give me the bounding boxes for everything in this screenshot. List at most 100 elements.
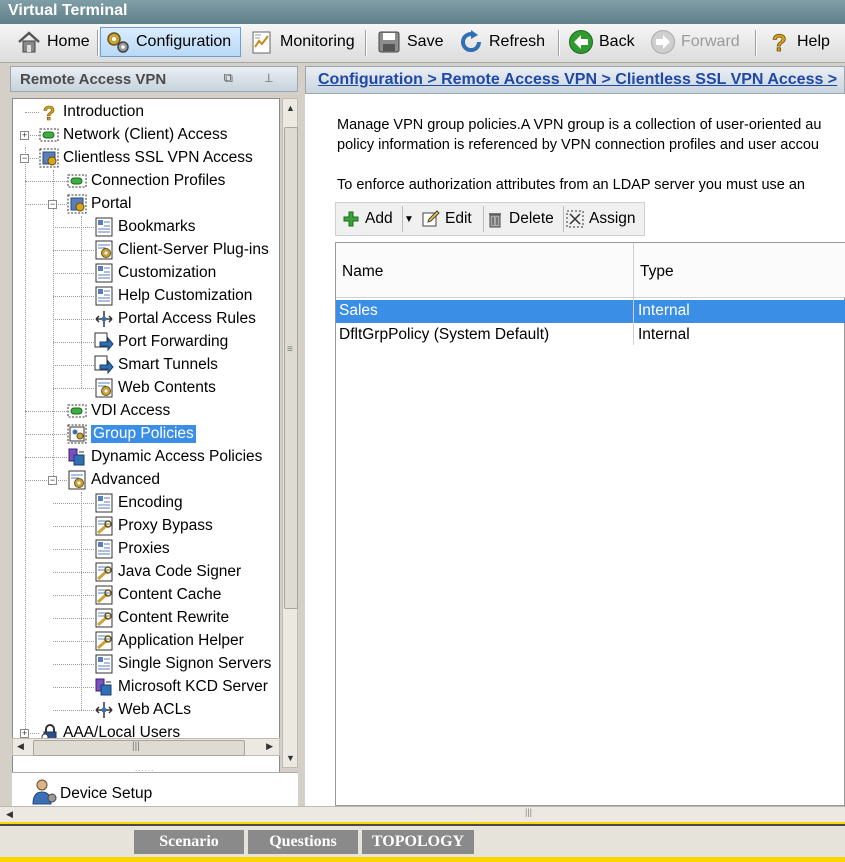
edit-pencil-icon <box>422 210 440 228</box>
back-label: Back <box>599 33 635 50</box>
column-header-type[interactable]: Type <box>634 243 845 298</box>
monitoring-button[interactable]: Monitoring <box>245 27 359 57</box>
forward-button[interactable]: Forward <box>646 27 744 57</box>
tree-connector <box>53 710 94 711</box>
edit-button[interactable]: Edit <box>422 206 472 232</box>
tree-item-help-customization[interactable]: Help Customization <box>94 285 252 307</box>
tree-item-customization[interactable]: Customization <box>94 262 216 284</box>
tree-item-label: Bookmarks <box>118 218 196 235</box>
configuration-button[interactable]: Configuration <box>100 27 241 57</box>
tree-item-introduction[interactable]: ? Introduction <box>39 101 144 126</box>
tree-item-group-policies[interactable]: Group Policies <box>67 423 196 445</box>
tab-topology[interactable]: TOPOLOGY <box>362 830 474 854</box>
tree-scroll-thumb[interactable]: ≡ <box>284 127 298 609</box>
tree-item-label: Proxies <box>118 540 170 557</box>
back-button[interactable]: Back <box>564 27 639 57</box>
tree-item-single-signon-servers[interactable]: Single Signon Servers <box>94 653 271 675</box>
refresh-label: Refresh <box>489 33 546 50</box>
assign-label: Assign <box>589 210 636 227</box>
tree-connector <box>81 492 82 710</box>
tree-item-label: Proxy Bypass <box>118 517 213 534</box>
tree-item-network-client-access[interactable]: Network (Client) Access <box>39 124 228 146</box>
tree-item-microsoft-kcd-server[interactable]: Microsoft KCD Server <box>94 676 268 698</box>
tree-item-label: Single Signon Servers <box>118 655 272 672</box>
tree-item-content-cache[interactable]: Content Cache <box>94 584 221 606</box>
assign-button[interactable]: Assign <box>566 206 636 232</box>
help-label: Help <box>797 33 830 50</box>
scroll-up-arrow-icon[interactable]: ▲ <box>286 103 295 113</box>
tree-item-application-helper[interactable]: Application Helper <box>94 630 244 652</box>
tree-item-vdi-access[interactable]: VDI Access <box>67 400 170 422</box>
tree-connector <box>53 227 94 228</box>
home-label: Home <box>47 33 90 50</box>
expand-icon[interactable]: + <box>20 729 29 738</box>
column-header-name[interactable]: Name <box>336 243 633 298</box>
description-text: policy information is referenced by VPN … <box>337 137 819 153</box>
tree-item-client-server-plug-ins[interactable]: Client-Server Plug-ins <box>94 239 269 261</box>
group-policy-table: Name Type Sales Internal DfltGrpPolicy (… <box>335 242 845 806</box>
configuration-label: Configuration <box>136 33 232 50</box>
scroll-down-arrow-icon[interactable]: ▼ <box>286 753 295 763</box>
svg-text:?: ? <box>772 30 787 55</box>
tree-item-portal[interactable]: Portal <box>67 193 132 215</box>
add-dropdown-button[interactable]: ▼ <box>402 206 415 232</box>
tree-connector <box>81 216 82 388</box>
collapse-icon[interactable]: − <box>48 476 57 485</box>
table-row[interactable]: DfltGrpPolicy (System Default) Internal <box>336 324 845 347</box>
tree-item-bookmarks[interactable]: Bookmarks <box>94 216 196 238</box>
tree-item-smart-tunnels[interactable]: Smart Tunnels <box>94 354 218 376</box>
arrows-icon <box>94 700 114 720</box>
tree-item-port-forwarding[interactable]: Port Forwarding <box>94 331 228 353</box>
tree-item-content-rewrite[interactable]: Content Rewrite <box>94 607 229 629</box>
page-icon <box>94 493 114 513</box>
delete-button[interactable]: Delete <box>486 206 554 232</box>
tree-item-web-acls[interactable]: Web ACLs <box>94 699 191 721</box>
tree-item-dynamic-access-policies[interactable]: Dynamic Access Policies <box>67 446 262 468</box>
tree-item-encoding[interactable]: Encoding <box>94 492 183 514</box>
tab-questions[interactable]: Questions <box>248 830 358 854</box>
refresh-button[interactable]: Refresh <box>454 27 549 57</box>
tunnel-icon <box>39 125 59 145</box>
action-separator <box>563 206 564 232</box>
home-button[interactable]: Home <box>12 27 94 57</box>
tree-item-proxy-bypass[interactable]: Proxy Bypass <box>94 515 213 537</box>
breadcrumb[interactable]: Configuration > Remote Access VPN > Clie… <box>318 71 837 89</box>
tree-horizontal-scrollbar[interactable]: ◀ ||| ▶ <box>12 738 280 756</box>
panel-window-buttons[interactable]: ⧉ ⊥ <box>224 70 287 86</box>
grip-icon: ≡ <box>287 344 293 355</box>
expand-icon[interactable]: + <box>20 131 29 140</box>
pagewrench-icon <box>94 608 114 628</box>
tree-item-label: Encoding <box>118 494 183 511</box>
pagegear-icon <box>67 470 87 490</box>
collapse-icon[interactable]: − <box>20 154 29 163</box>
collapse-icon[interactable]: − <box>48 200 57 209</box>
tree-connector <box>53 342 94 343</box>
scroll-left-arrow-icon[interactable]: ◀ <box>17 741 24 752</box>
tree-item-connection-profiles[interactable]: Connection Profiles <box>67 170 225 192</box>
table-row[interactable]: Sales Internal <box>336 300 845 323</box>
help-button[interactable]: ? Help <box>762 27 834 58</box>
scroll-left-arrow-icon[interactable]: ◀ <box>6 809 13 820</box>
tree-item-label: Application Helper <box>118 632 244 649</box>
tree-vertical-scrollbar[interactable]: ▲ ≡ ▼ <box>282 98 298 768</box>
device-setup-button[interactable]: Device Setup <box>12 772 298 807</box>
tree-item-portal-access-rules[interactable]: Portal Access Rules <box>94 308 256 330</box>
simulator-tab-strip: Scenario Questions TOPOLOGY <box>0 824 845 857</box>
add-button[interactable]: Add <box>342 206 393 232</box>
tab-scenario[interactable]: Scenario <box>134 830 244 854</box>
tree-item-proxies[interactable]: Proxies <box>94 538 170 560</box>
home-icon <box>16 29 42 55</box>
window-horizontal-scrollbar[interactable]: ◀ ||| <box>0 806 845 823</box>
save-button[interactable]: Save <box>372 27 447 57</box>
tree-item-web-contents[interactable]: Web Contents <box>94 377 216 399</box>
tree-item-java-code-signer[interactable]: Java Code Signer <box>94 561 241 583</box>
assign-icon <box>566 210 584 228</box>
trash-icon <box>486 210 504 228</box>
scroll-right-arrow-icon[interactable]: ▶ <box>266 741 273 752</box>
column-divider <box>633 243 634 345</box>
device-setup-icon <box>30 777 58 805</box>
group-icon <box>67 424 87 444</box>
tree-item-advanced[interactable]: Advanced <box>67 469 160 491</box>
tree-item-clientless-ssl-vpn-access[interactable]: Clientless SSL VPN Access <box>39 147 253 169</box>
tree-hscroll-thumb[interactable]: ||| <box>33 740 245 756</box>
